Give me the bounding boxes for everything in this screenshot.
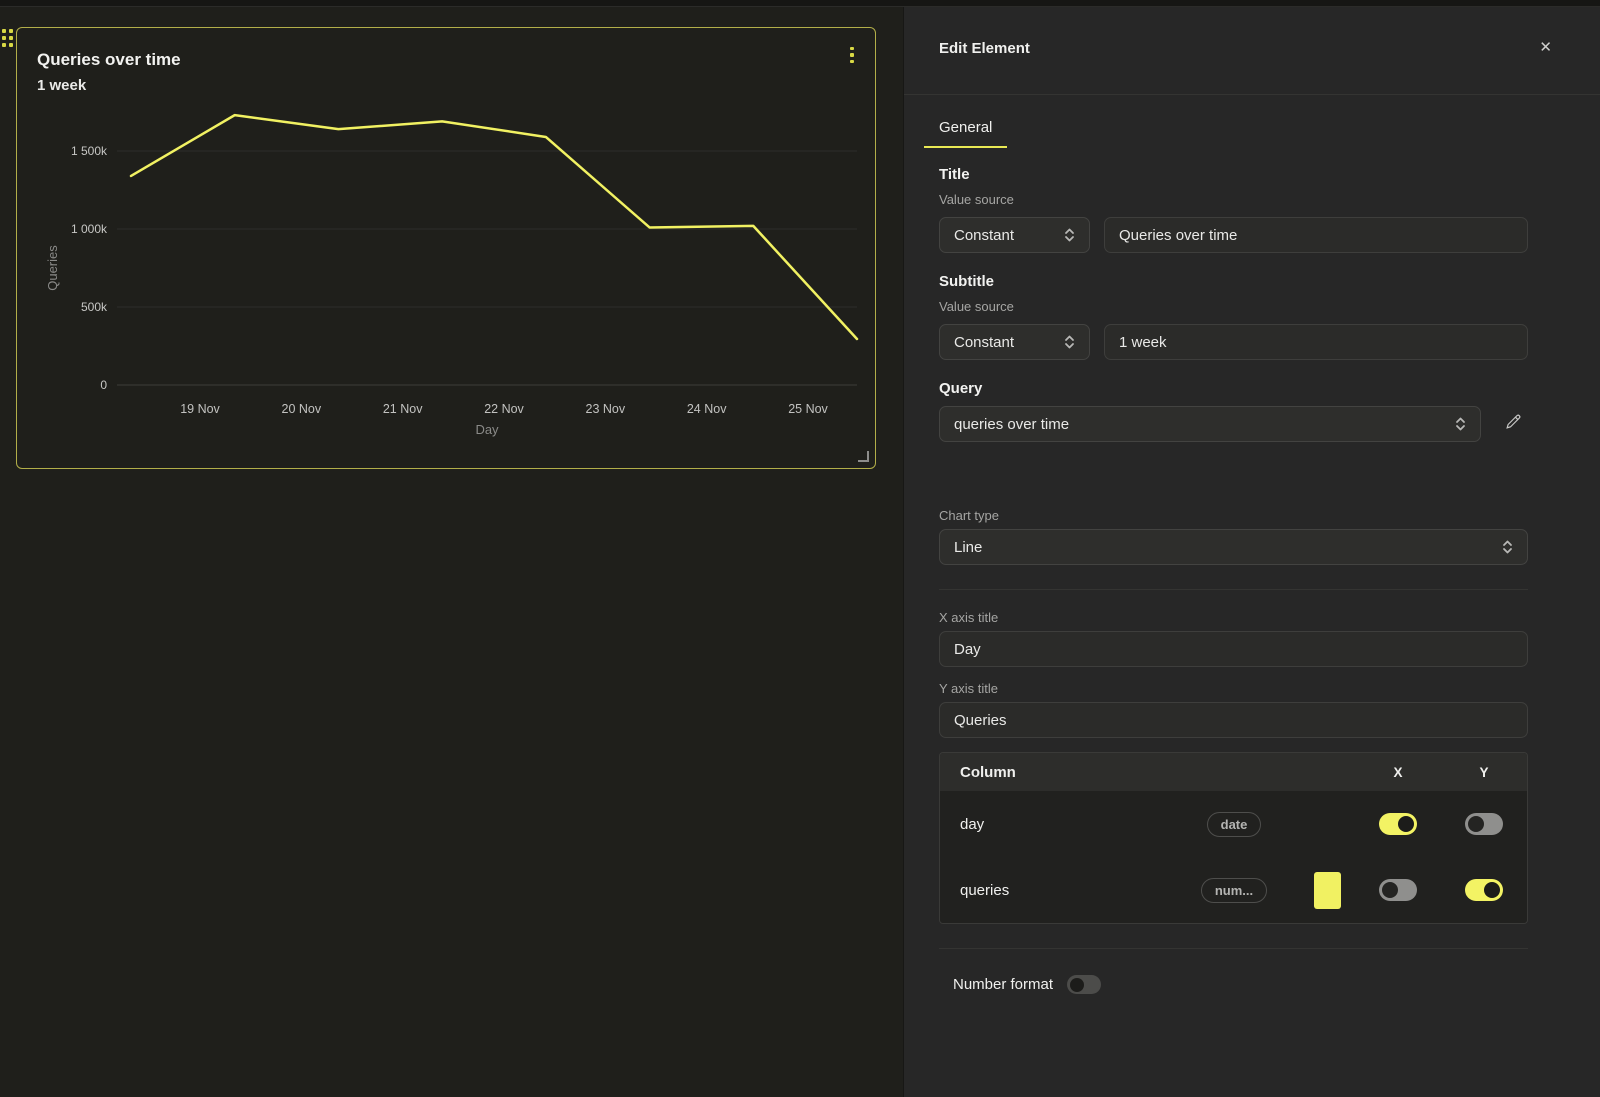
type-badge: num... (1201, 878, 1267, 903)
svg-text:1 000k: 1 000k (71, 222, 108, 236)
svg-text:Day: Day (475, 422, 499, 437)
chart-card[interactable]: Queries over time 1 week 0500k1 000k1 50… (16, 27, 876, 469)
subtitle-value-source-label: Value source (939, 299, 1528, 314)
svg-text:Queries: Queries (45, 245, 60, 291)
subtitle-source-select[interactable]: Constant (939, 324, 1090, 360)
series-color-swatch[interactable] (1314, 872, 1341, 909)
y-axis-title-label: Y axis title (939, 681, 1528, 696)
column-name: day (940, 816, 1169, 833)
section-divider (939, 589, 1528, 590)
columns-table: Column X Y day date queries num... (939, 752, 1528, 924)
y-axis-title-input[interactable]: Queries (939, 702, 1528, 738)
svg-text:20 Nov: 20 Nov (282, 402, 322, 416)
column-name: queries (940, 882, 1169, 899)
window-top-strip (0, 0, 1600, 7)
chart-type-label: Chart type (939, 508, 1528, 523)
number-format-label: Number format (953, 976, 1053, 993)
resize-handle[interactable] (858, 451, 869, 462)
svg-text:21 Nov: 21 Nov (383, 402, 423, 416)
svg-text:24 Nov: 24 Nov (687, 402, 727, 416)
number-format-toggle[interactable] (1067, 975, 1101, 994)
panel-header: Edit Element ✕ (904, 0, 1600, 95)
dashboard-canvas[interactable]: Queries over time 1 week 0500k1 000k1 50… (0, 0, 903, 1097)
chevron-updown-icon (1502, 539, 1513, 555)
query-select[interactable]: queries over time (939, 406, 1481, 442)
line-chart: 0 500k 1 000k 1 500k 19 Nov 20 Nov 21 Nov 22 No… (17, 28, 875, 468)
y-header: Y (1441, 765, 1527, 780)
svg-text:25 Nov: 25 Nov (788, 402, 828, 416)
x-axis-title-label: X axis title (939, 610, 1528, 625)
pencil-icon (1504, 412, 1523, 431)
queries-y-toggle[interactable] (1465, 879, 1503, 901)
section-divider (939, 948, 1528, 949)
panel-title: Edit Element (939, 40, 1030, 57)
svg-text:0: 0 (100, 378, 107, 392)
subtitle-value-input[interactable]: 1 week (1104, 324, 1528, 360)
svg-text:19 Nov: 19 Nov (180, 402, 220, 416)
day-x-toggle[interactable] (1379, 813, 1417, 835)
chevron-updown-icon (1064, 227, 1075, 243)
tab-general[interactable]: General (924, 115, 1007, 148)
title-value-source-label: Value source (939, 192, 1528, 207)
close-icon[interactable]: ✕ (1539, 38, 1552, 58)
queries-x-toggle[interactable] (1379, 879, 1417, 901)
svg-text:23 Nov: 23 Nov (586, 402, 626, 416)
table-row-queries: queries num... (940, 857, 1527, 923)
panel-tabs: General (904, 95, 1600, 148)
type-badge: date (1207, 812, 1262, 837)
column-header: Column (940, 764, 1169, 781)
x-axis-title-input[interactable]: Day (939, 631, 1528, 667)
chevron-updown-icon (1455, 416, 1466, 432)
title-section-heading: Title (939, 166, 1528, 183)
drag-handle-icon[interactable] (2, 29, 13, 47)
chevron-updown-icon (1064, 334, 1075, 350)
columns-table-header: Column X Y (940, 753, 1527, 791)
svg-text:500k: 500k (81, 300, 108, 314)
svg-text:22 Nov: 22 Nov (484, 402, 524, 416)
title-value-input[interactable]: Queries over time (1104, 217, 1528, 253)
title-source-select[interactable]: Constant (939, 217, 1090, 253)
svg-text:1 500k: 1 500k (71, 144, 108, 158)
subtitle-section-heading: Subtitle (939, 273, 1528, 290)
chart-type-select[interactable]: Line (939, 529, 1528, 565)
table-row-day: day date (940, 791, 1527, 857)
x-header: X (1355, 765, 1441, 780)
edit-element-panel: Edit Element ✕ General Title Value sourc… (903, 0, 1600, 1097)
day-y-toggle[interactable] (1465, 813, 1503, 835)
edit-query-button[interactable] (1504, 412, 1528, 436)
query-section-heading: Query (939, 380, 1528, 397)
